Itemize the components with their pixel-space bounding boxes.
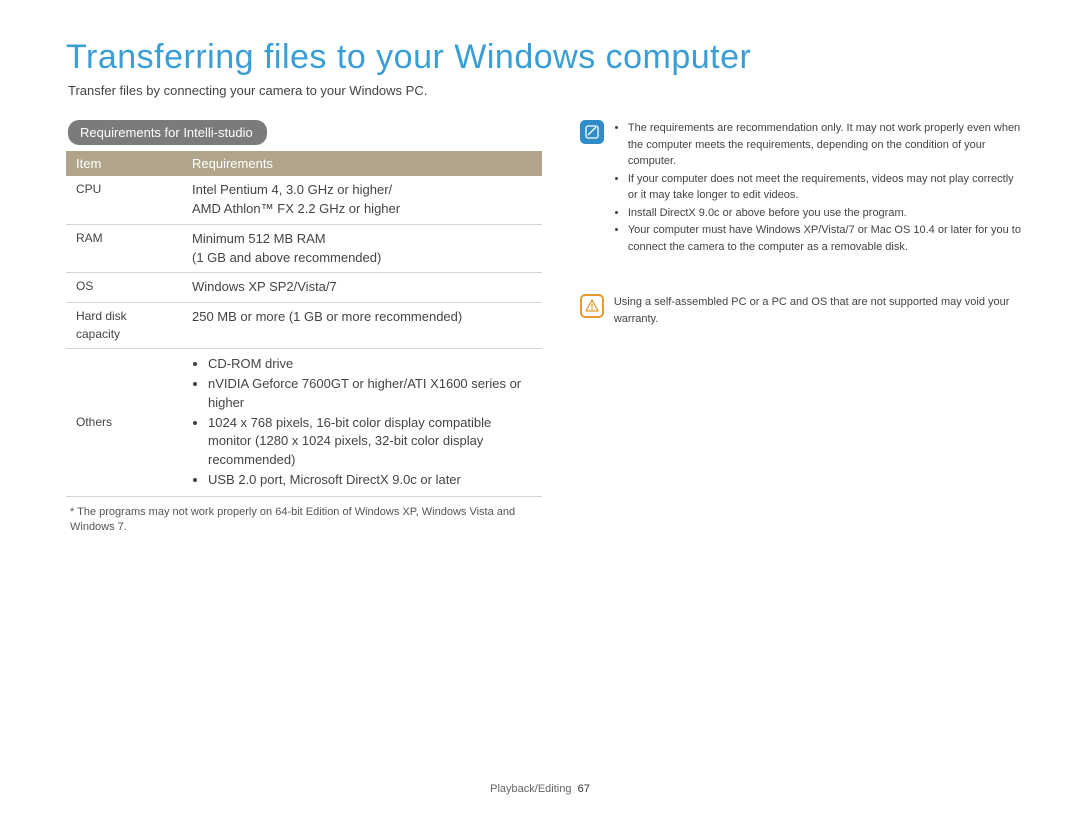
note-list: The requirements are recommendation only… xyxy=(614,120,1022,256)
warning-text: Using a self-assembled PC or a PC and OS… xyxy=(614,294,1022,327)
table-row: OS Windows XP SP2/Vista/7 xyxy=(66,273,542,303)
list-item: If your computer does not meet the requi… xyxy=(628,171,1022,204)
intro-text: Transfer files by connecting your camera… xyxy=(68,83,1022,98)
cell-item: Hard disk capacity xyxy=(66,303,182,349)
table-row: Hard disk capacity 250 MB or more (1 GB … xyxy=(66,303,542,349)
table-row: RAM Minimum 512 MB RAM (1 GB and above r… xyxy=(66,224,542,273)
table-row: Others CD-ROM drive nVIDIA Geforce 7600G… xyxy=(66,349,542,497)
list-item: Your computer must have Windows XP/Vista… xyxy=(628,222,1022,255)
requirements-table: Item Requirements CPU Intel Pentium 4, 3… xyxy=(66,151,542,497)
list-item: nVIDIA Geforce 7600GT or higher/ATI X160… xyxy=(208,375,532,413)
footer-section: Playback/Editing xyxy=(490,783,571,795)
list-item: USB 2.0 port, Microsoft DirectX 9.0c or … xyxy=(208,471,532,490)
right-column: The requirements are recommendation only… xyxy=(580,120,1022,536)
cell-req: Windows XP SP2/Vista/7 xyxy=(182,273,542,303)
th-requirements: Requirements xyxy=(182,151,542,176)
page-footer: Playback/Editing 67 xyxy=(0,783,1080,795)
warning-icon xyxy=(580,294,604,318)
page-title: Transferring files to your Windows compu… xyxy=(66,38,1022,77)
left-column: Requirements for Intelli-studio Item Req… xyxy=(66,120,542,536)
th-item: Item xyxy=(66,151,182,176)
warning-callout: Using a self-assembled PC or a PC and OS… xyxy=(580,294,1022,327)
cell-req: CD-ROM drive nVIDIA Geforce 7600GT or hi… xyxy=(182,349,542,497)
list-item: CD-ROM drive xyxy=(208,355,532,374)
cell-req: Intel Pentium 4, 3.0 GHz or higher/ AMD … xyxy=(182,176,542,224)
table-row: CPU Intel Pentium 4, 3.0 GHz or higher/ … xyxy=(66,176,542,224)
list-item: Install DirectX 9.0c or above before you… xyxy=(628,205,1022,222)
cell-item: CPU xyxy=(66,176,182,224)
list-item: 1024 x 768 pixels, 16-bit color display … xyxy=(208,414,532,471)
footer-page-number: 67 xyxy=(578,783,590,795)
cell-item: RAM xyxy=(66,224,182,273)
others-list: CD-ROM drive nVIDIA Geforce 7600GT or hi… xyxy=(192,355,532,490)
footnote: * The programs may not work properly on … xyxy=(70,505,542,536)
cell-item: OS xyxy=(66,273,182,303)
note-icon xyxy=(580,120,604,144)
cell-item: Others xyxy=(66,349,182,497)
cell-req: Minimum 512 MB RAM (1 GB and above recom… xyxy=(182,224,542,273)
cell-req: 250 MB or more (1 GB or more recommended… xyxy=(182,303,542,349)
list-item: The requirements are recommendation only… xyxy=(628,120,1022,170)
note-callout: The requirements are recommendation only… xyxy=(580,120,1022,256)
section-heading-pill: Requirements for Intelli-studio xyxy=(68,120,267,145)
